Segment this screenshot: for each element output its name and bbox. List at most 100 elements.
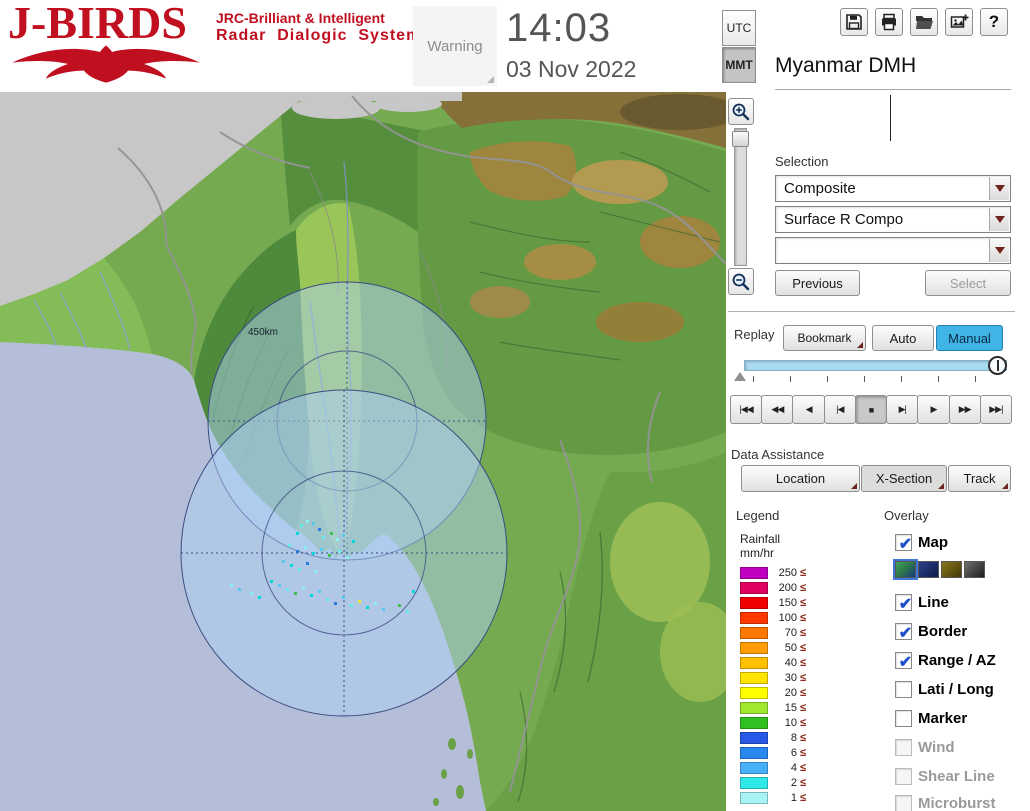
stop-button[interactable]: ■	[854, 395, 888, 424]
warning-label: Warning	[427, 37, 483, 55]
playback-controls: |◀◀ ◀◀ ◀ |◀ ■ ▶| ▶ ▶▶ ▶▶|	[730, 395, 1012, 424]
legend-le-symbol: ≤	[800, 596, 807, 609]
legend-le-symbol: ≤	[800, 731, 807, 744]
legend-row: 40 ≤	[740, 656, 830, 669]
marker-checkbox[interactable]	[895, 709, 912, 727]
legend-le-symbol: ≤	[800, 746, 807, 759]
map-style-option-1[interactable]	[893, 559, 918, 580]
shear-line-checkbox	[895, 767, 912, 785]
replay-slider-thumb[interactable]	[988, 356, 1007, 375]
select-button[interactable]: Select	[925, 270, 1011, 296]
checkmark-icon: ✔	[898, 653, 913, 671]
legend-le-symbol: ≤	[800, 671, 807, 684]
map-style-option-3[interactable]	[941, 561, 962, 578]
skip-to-start-button[interactable]: |◀◀	[730, 395, 763, 424]
line-checkbox[interactable]: ✔	[895, 593, 913, 613]
radar-map[interactable]: 450km	[0, 92, 726, 811]
legend-row: 2 ≤	[740, 776, 830, 789]
replay-section-label: Replay	[734, 327, 775, 342]
clock-date: 03 Nov 2022	[506, 56, 637, 82]
zoom-slider-thumb[interactable]	[732, 131, 749, 147]
legend-color-swatch	[740, 731, 768, 744]
utc-toggle-button[interactable]: UTC	[722, 10, 756, 46]
checkmark-icon: ✔	[898, 595, 913, 613]
type-select[interactable]: Surface R Compo	[775, 206, 1011, 233]
info-cursor	[890, 95, 891, 141]
legend-le-symbol: ≤	[800, 656, 807, 669]
warning-button[interactable]: Warning	[413, 6, 497, 86]
step-forward-button[interactable]: ▶|	[886, 395, 919, 424]
location-button[interactable]: Location	[741, 465, 860, 492]
overlay-row-map: ✔ Map	[895, 532, 948, 552]
slider-tick	[864, 376, 865, 382]
mmt-toggle-button[interactable]: MMT	[722, 47, 756, 83]
replay-position-marker	[734, 372, 746, 381]
legend-row: 50 ≤	[740, 641, 830, 654]
help-icon: ?	[988, 12, 1000, 31]
dropdown-corner-icon	[851, 483, 857, 489]
location-label: Location	[775, 471, 826, 486]
bookmark-label: Bookmark	[797, 331, 852, 345]
zoom-slider-track[interactable]	[734, 128, 747, 266]
checkmark-icon: ✔	[898, 624, 913, 642]
app-logo-title: J-BIRDS	[8, 0, 187, 48]
play-button[interactable]: ▶	[917, 395, 950, 424]
legend-color-swatch	[740, 641, 768, 654]
product-select[interactable]: Composite	[775, 175, 1011, 202]
chevron-down-icon[interactable]	[989, 239, 1009, 262]
track-button[interactable]: Track	[948, 465, 1011, 492]
extra-select[interactable]	[775, 237, 1011, 264]
capture-image-button[interactable]	[945, 8, 973, 36]
dropdown-corner-icon	[938, 483, 944, 489]
play-reverse-button[interactable]: ◀	[792, 395, 825, 424]
legend-le-symbol: ≤	[800, 626, 807, 639]
legend-color-swatch	[740, 671, 768, 684]
legend-row: 200 ≤	[740, 581, 830, 594]
fast-forward-button[interactable]: ▶▶	[948, 395, 981, 424]
previous-button[interactable]: Previous	[775, 270, 860, 296]
x-section-label: X-Section	[875, 471, 933, 486]
legend-le-symbol: ≤	[800, 716, 807, 729]
overlay-row-line: ✔ Line	[895, 592, 949, 612]
dropdown-corner-icon	[1002, 483, 1008, 489]
overlay-row-microburst: Microburst	[895, 793, 996, 811]
print-button[interactable]	[875, 8, 903, 36]
auto-mode-button[interactable]: Auto	[872, 325, 934, 351]
legend-row: 70 ≤	[740, 626, 830, 639]
open-folder-button[interactable]	[910, 8, 938, 36]
slider-tick	[753, 376, 754, 382]
zoom-in-icon	[732, 103, 750, 120]
lati-long-checkbox[interactable]	[895, 680, 912, 698]
legend-color-swatch	[740, 791, 768, 804]
skip-to-end-button[interactable]: ▶▶|	[979, 395, 1012, 424]
help-button[interactable]: ?	[980, 8, 1008, 36]
save-button[interactable]	[840, 8, 868, 36]
legend-value: 8	[790, 731, 797, 744]
data-assistance-label: Data Assistance	[731, 447, 825, 462]
legend-title: Legend	[736, 508, 780, 523]
zoom-out-button[interactable]	[728, 268, 754, 295]
panel-separator	[728, 311, 1015, 313]
chevron-down-icon[interactable]	[989, 208, 1009, 231]
x-section-button[interactable]: X-Section	[861, 465, 947, 492]
overlay-row-marker: Marker	[895, 708, 967, 728]
map-checkbox[interactable]: ✔	[895, 533, 912, 552]
border-checkbox[interactable]: ✔	[895, 622, 913, 642]
legend-row: 8 ≤	[740, 731, 830, 744]
bookmark-button[interactable]: Bookmark	[783, 325, 866, 351]
legend-le-symbol: ≤	[800, 641, 807, 654]
chevron-down-icon[interactable]	[989, 177, 1009, 200]
legend-value: 20	[784, 686, 797, 699]
map-style-option-2[interactable]	[918, 561, 939, 578]
fast-rewind-button[interactable]: ◀◀	[761, 395, 794, 424]
manual-mode-button[interactable]: Manual	[936, 325, 1003, 351]
replay-slider-track[interactable]	[744, 360, 1007, 371]
jbirds-app: J-BIRDS JRC-Brilliant & Intelligent Rada…	[0, 0, 1030, 811]
zoom-in-button[interactable]	[728, 98, 754, 125]
legend-value: 10	[784, 716, 797, 729]
range-az-checkbox[interactable]: ✔	[895, 651, 913, 671]
legend-row: 10 ≤	[740, 716, 830, 729]
map-style-option-4[interactable]	[964, 561, 985, 578]
legend-le-symbol: ≤	[800, 761, 807, 774]
step-back-button[interactable]: |◀	[823, 395, 856, 424]
